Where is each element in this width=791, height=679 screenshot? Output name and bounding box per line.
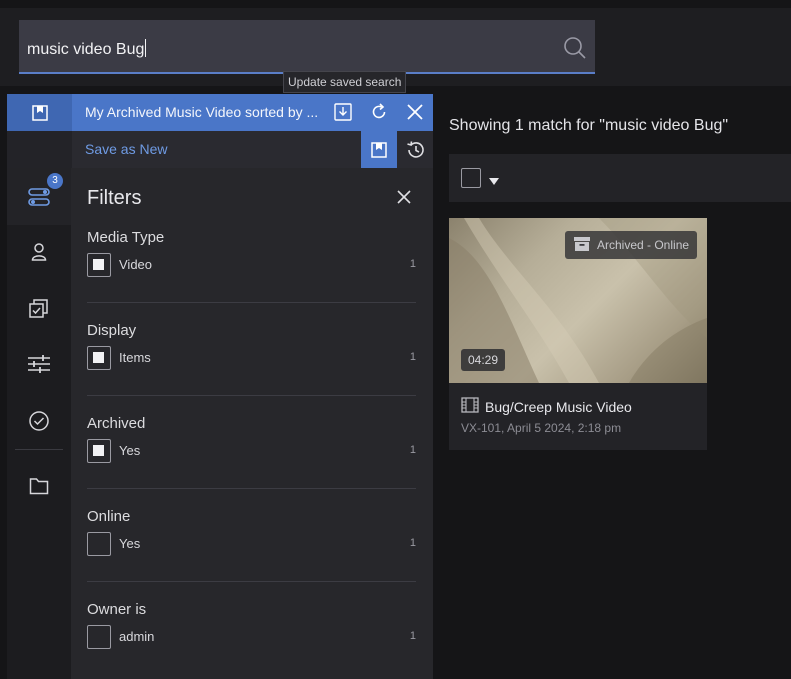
results-heading: Showing 1 match for "music video Bug" [449,117,729,134]
search-icon[interactable] [563,36,587,65]
save-bookmark-button[interactable] [361,131,397,168]
text-caret [145,39,147,57]
filter-divider [87,488,416,489]
checkbox[interactable] [87,346,111,370]
filter-group-title: Media Type [87,229,165,246]
film-icon [461,397,479,418]
checkbox[interactable] [87,532,111,556]
filter-option-count: 1 [409,630,416,642]
filter-option-count: 1 [409,537,416,549]
rail-folders[interactable] [7,477,71,500]
filter-group-title: Online [87,508,131,525]
close-filters-icon[interactable] [396,189,412,210]
search-input[interactable]: music video Bug [19,20,595,74]
filter-option-admin[interactable]: admin 1 [87,625,416,649]
filter-divider [87,581,416,582]
filter-divider [87,395,416,396]
filter-group-archived: Archived Yes 1 [87,415,416,463]
person-icon [30,242,48,267]
filter-group-title: Display [87,322,137,339]
search-query-text: music video Bug [27,41,145,58]
archive-box-icon [573,236,591,255]
refresh-icon[interactable] [369,102,389,127]
filter-option-label: Yes [119,443,141,458]
filters-count-badge: 3 [47,173,63,189]
filter-group-title: Archived [87,415,146,432]
filters-icon [27,186,51,225]
results-toolbar [449,154,791,202]
rail-divider [15,449,63,450]
folder-icon [29,477,49,500]
side-rail: 3 [7,168,71,679]
bookmark-icon[interactable] [7,94,72,131]
filter-option-label: Video [119,257,153,272]
rail-approved[interactable] [7,410,71,437]
result-metadata: VX-101, April 5 2024, 2:18 pm [461,421,622,435]
rail-adjust[interactable] [7,354,71,379]
rail-owner[interactable] [7,242,71,267]
checkbox[interactable] [87,625,111,649]
filter-option-count: 1 [409,258,416,270]
archive-status-badge: Archived - Online [565,231,698,259]
filters-panel: Filters Media Type Video 1 Display Items… [71,168,433,679]
sliders-icon [27,354,51,379]
result-card[interactable]: Archived - Online 04:29 Bug/Creep Music … [449,218,707,450]
filter-option-label: admin [119,629,155,644]
checkbox[interactable] [87,439,111,463]
filter-option-label: Items [119,350,151,365]
collections-icon [28,297,50,324]
filter-option-count: 1 [409,444,416,456]
filter-option-archived-yes[interactable]: Yes 1 [87,439,416,463]
filters-title: Filters [87,187,142,209]
check-circle-icon [28,410,50,437]
filter-group-title: Owner is [87,601,147,618]
save-as-new-link[interactable]: Save as New [85,141,167,157]
rail-collections[interactable] [7,297,71,324]
filter-option-online-yes[interactable]: Yes 1 [87,532,416,556]
history-icon[interactable] [399,131,433,168]
filter-divider [87,302,416,303]
chevron-down-icon[interactable] [489,173,499,191]
select-all-checkbox[interactable] [461,168,481,188]
filter-option-label: Yes [119,536,141,551]
archive-status-text: Archived - Online [597,238,690,252]
filter-option-count: 1 [409,351,416,363]
saved-search-bar: My Archived Music Video sorted by ... [7,94,433,131]
filter-group-media-type: Media Type Video 1 [87,229,416,277]
filter-group-display: Display Items 1 [87,322,416,370]
video-thumbnail[interactable]: Archived - Online 04:29 [449,218,707,383]
video-duration: 04:29 [461,349,506,371]
update-saved-search-icon[interactable] [333,102,353,127]
update-saved-search-tooltip: Update saved search [283,71,407,93]
rail-filters[interactable]: 3 [7,168,71,225]
filter-option-video[interactable]: Video 1 [87,253,416,277]
saved-search-actions: Save as New [7,131,433,168]
filter-group-online: Online Yes 1 [87,508,416,556]
checkbox[interactable] [87,253,111,277]
saved-search-title[interactable]: My Archived Music Video sorted by ... [85,104,319,120]
filter-option-items[interactable]: Items 1 [87,346,416,370]
result-title[interactable]: Bug/Creep Music Video [485,399,632,415]
close-icon[interactable] [405,102,425,127]
filter-group-owner: Owner is admin 1 [87,601,416,649]
